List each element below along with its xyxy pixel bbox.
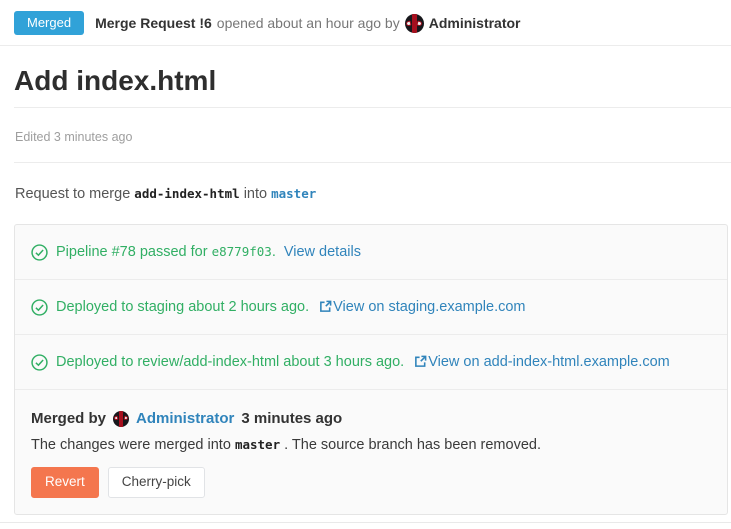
into-text: into (244, 186, 267, 202)
merge-request-page: Merged Merge Request !6 opened about an … (0, 0, 731, 529)
revert-button[interactable]: Revert (31, 467, 99, 498)
author-avatar[interactable] (405, 14, 424, 33)
cherry-pick-button[interactable]: Cherry-pick (108, 467, 205, 498)
divider (14, 162, 731, 163)
pipeline-status-text: Pipeline #78 passed for e8779f03. (56, 244, 276, 260)
view-details-link[interactable]: View details (284, 244, 361, 260)
merger-avatar[interactable] (113, 411, 129, 427)
request-prefix: Request to merge (15, 186, 130, 202)
check-circle-icon (31, 299, 48, 316)
request-to-merge-line: Request to merge add-index-html into mas… (15, 186, 731, 202)
merger-link[interactable]: Administrator (136, 410, 234, 427)
merged-section: Merged by Administrator 3 minutes ago Th… (15, 390, 727, 514)
check-circle-icon (31, 244, 48, 261)
merged-actions: Revert Cherry-pick (31, 467, 711, 498)
mr-title: Add index.html (14, 65, 731, 97)
opened-text: opened about an hour ago by (217, 15, 400, 31)
deploy-row-staging: Deployed to staging about 2 hours ago. V… (15, 280, 727, 335)
mr-state-text: Merge Request !6 opened about an hour ag… (95, 14, 520, 33)
author-link[interactable]: Administrator (429, 15, 521, 31)
target-branch[interactable]: master (271, 186, 316, 201)
mr-reference: Merge Request !6 (95, 15, 212, 31)
merged-target-branch: master (235, 437, 280, 452)
divider (0, 522, 731, 523)
status-badge: Merged (14, 11, 84, 35)
deploy-row-review: Deployed to review/add-index-html about … (15, 335, 727, 390)
check-circle-icon (31, 354, 48, 371)
external-link-icon (319, 300, 332, 313)
deploy-status-text: Deployed to review/add-index-html about … (56, 354, 404, 370)
merged-by-heading: Merged by Administrator 3 minutes ago (31, 410, 711, 427)
merged-body-text: The changes were merged into master . Th… (31, 437, 711, 453)
mr-state-header: Merged Merge Request !6 opened about an … (0, 0, 731, 46)
merged-by-label: Merged by (31, 410, 106, 427)
divider (14, 107, 731, 108)
commit-sha[interactable]: e8779f03 (212, 244, 272, 259)
edited-note: Edited 3 minutes ago (15, 130, 731, 144)
source-branch: add-index-html (134, 186, 239, 201)
deploy-status-text: Deployed to staging about 2 hours ago. (56, 299, 309, 315)
pipeline-status-row: Pipeline #78 passed for e8779f03. View d… (15, 225, 727, 280)
mr-widget: Pipeline #78 passed for e8779f03. View d… (14, 224, 728, 515)
view-on-environment-link[interactable]: View on add-index-html.example.com (412, 354, 670, 370)
view-on-environment-link[interactable]: View on staging.example.com (317, 299, 525, 315)
merged-time: 3 minutes ago (241, 410, 342, 427)
external-link-icon (414, 355, 427, 368)
